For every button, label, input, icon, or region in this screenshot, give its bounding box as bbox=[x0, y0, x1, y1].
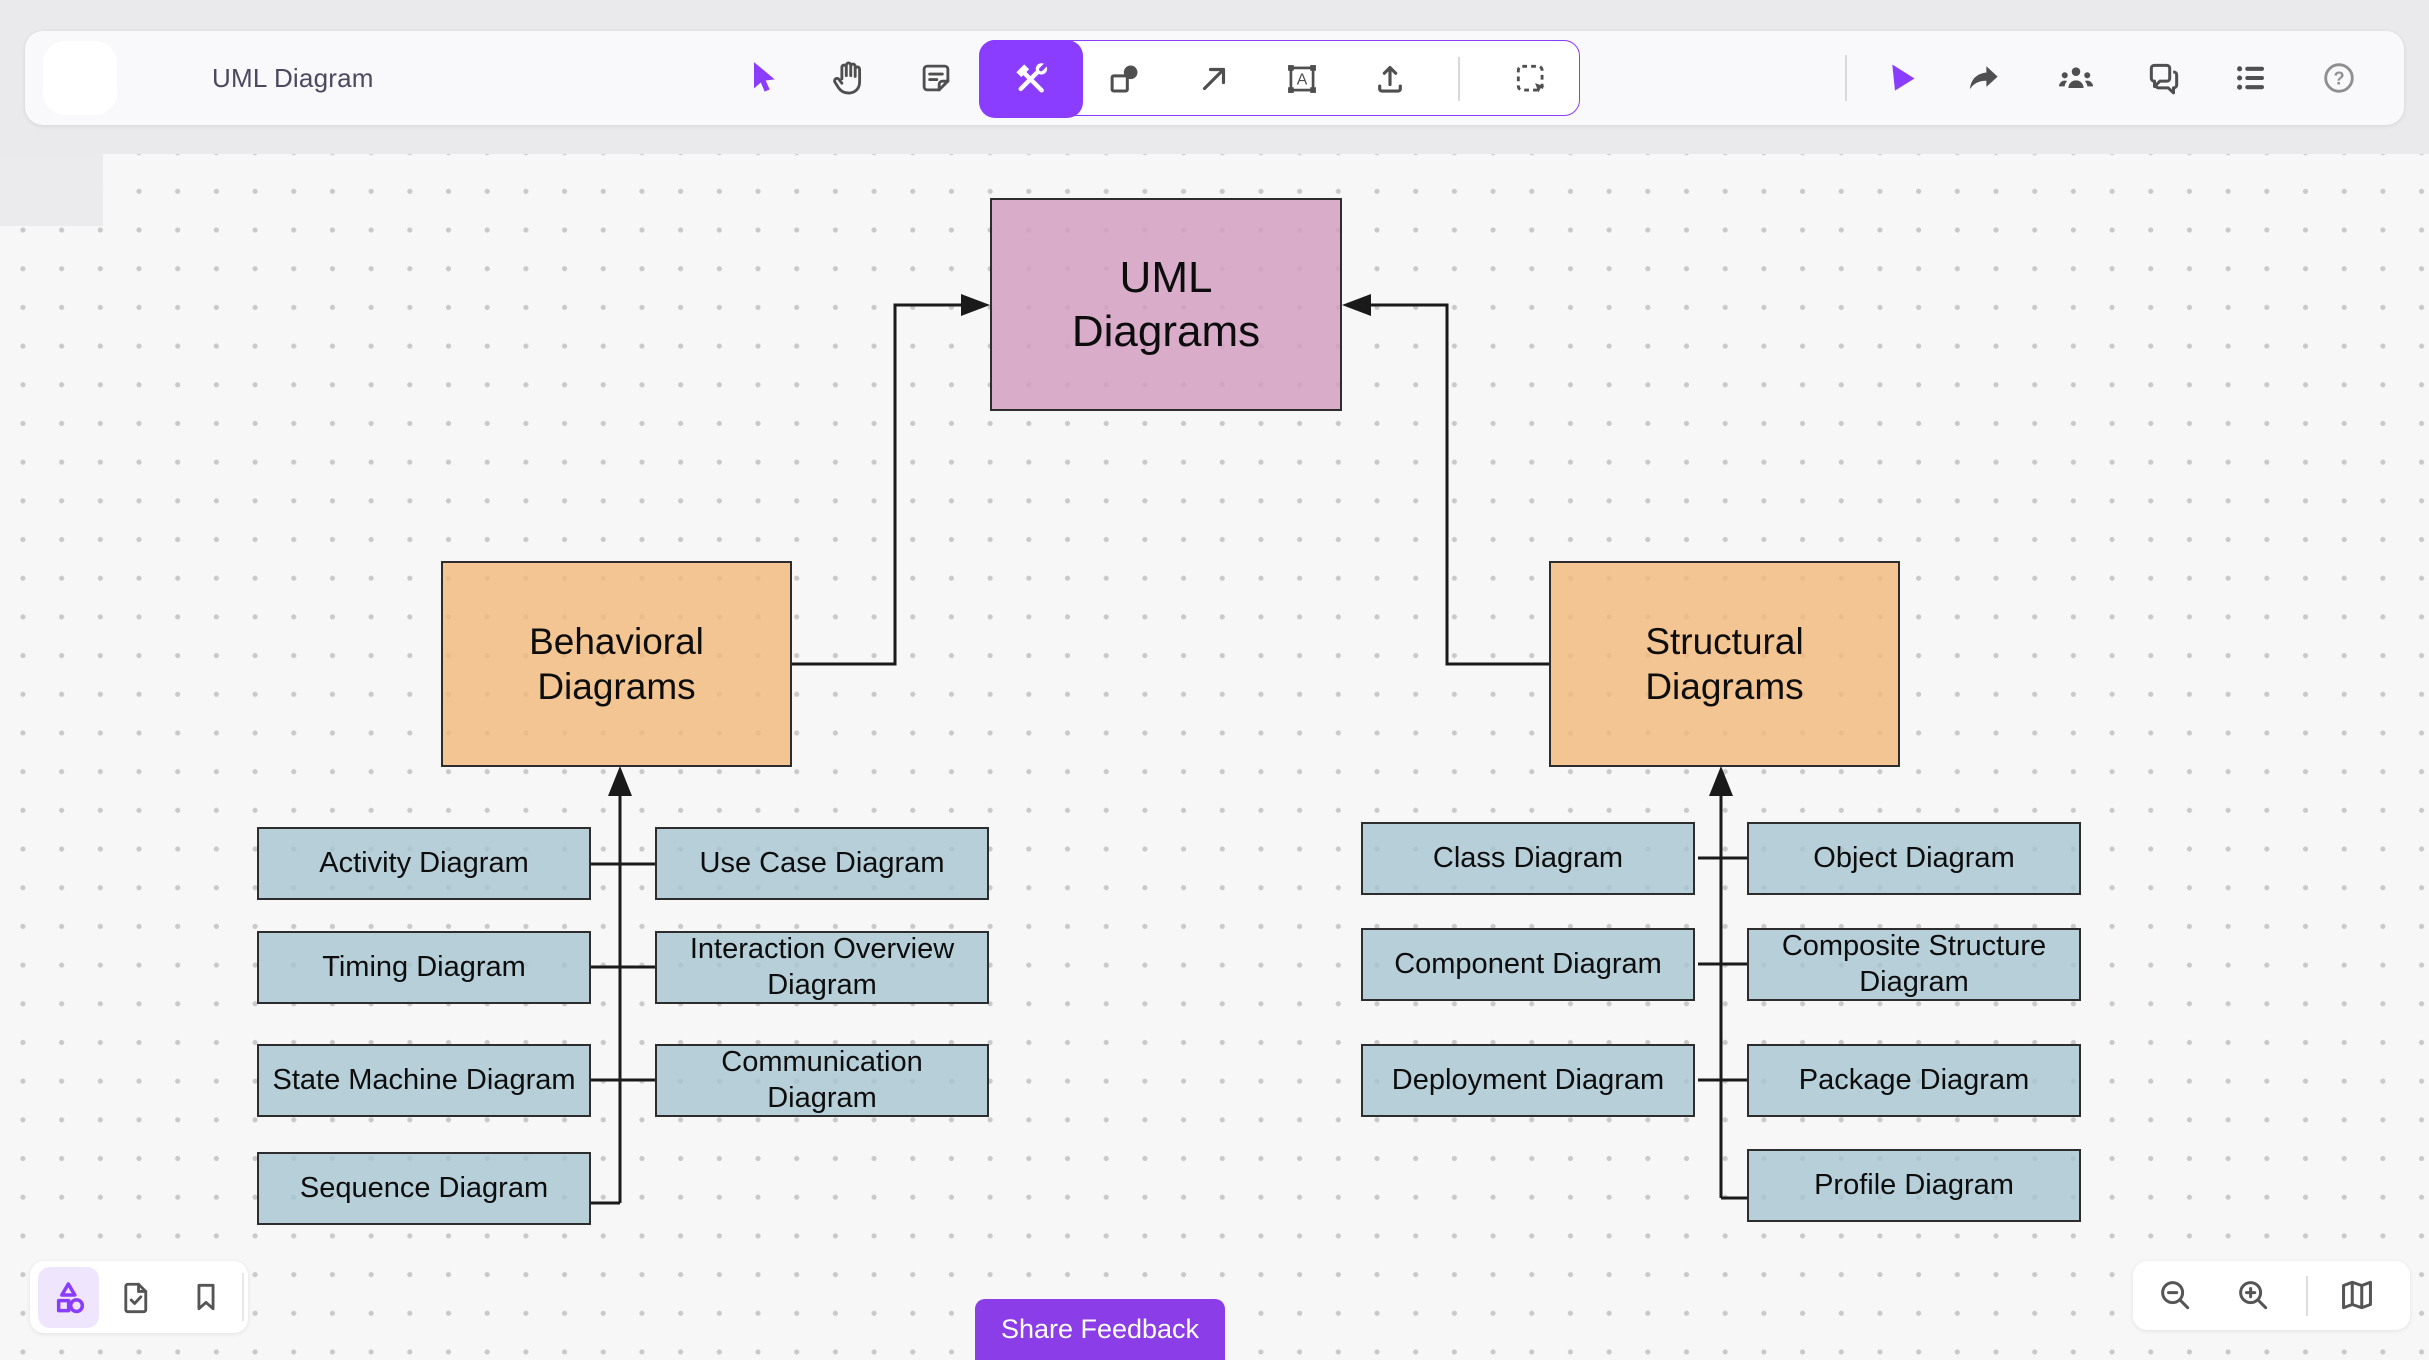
minimap-button[interactable] bbox=[2329, 1267, 2385, 1323]
hand-tool-button[interactable] bbox=[821, 50, 877, 106]
node-use-case-diagram[interactable]: Use Case Diagram bbox=[655, 827, 989, 900]
panel-divider bbox=[242, 1273, 244, 1321]
share-feedback-button[interactable]: Share Feedback bbox=[975, 1299, 1225, 1360]
present-icon bbox=[1882, 59, 1920, 97]
tools-button[interactable] bbox=[979, 40, 1083, 118]
whiteboard-app: UML Diagrams Behavioral Diagrams Structu… bbox=[0, 0, 2429, 1360]
comments-button[interactable] bbox=[2136, 50, 2192, 106]
list-button[interactable] bbox=[2223, 50, 2279, 106]
node-uml-diagrams[interactable]: UML Diagrams bbox=[990, 198, 1342, 411]
hand-icon bbox=[830, 59, 868, 97]
top-toolbar: UML Diagram bbox=[25, 31, 2404, 125]
shapes-icon bbox=[49, 1278, 89, 1318]
node-state-machine-diagram[interactable]: State Machine Diagram bbox=[257, 1044, 591, 1117]
node-component-diagram[interactable]: Component Diagram bbox=[1361, 928, 1695, 1001]
node-class-diagram[interactable]: Class Diagram bbox=[1361, 822, 1695, 895]
share-button[interactable] bbox=[1956, 50, 2012, 106]
tools-icon bbox=[1009, 57, 1053, 101]
shape-tool-button[interactable] bbox=[1096, 51, 1152, 107]
node-composite-structure-diagram[interactable]: Composite Structure Diagram bbox=[1747, 928, 2081, 1001]
select-tool-button[interactable] bbox=[736, 50, 792, 106]
document-title[interactable]: UML Diagram bbox=[212, 31, 374, 125]
bookmark-button[interactable] bbox=[178, 1269, 234, 1325]
panel-divider bbox=[2306, 1276, 2308, 1316]
bottom-right-panel bbox=[2133, 1261, 2410, 1330]
present-button[interactable] bbox=[1873, 50, 1929, 106]
node-package-diagram[interactable]: Package Diagram bbox=[1747, 1044, 2081, 1117]
collaborators-icon bbox=[2057, 59, 2095, 97]
share-icon bbox=[1965, 59, 2003, 97]
home-button[interactable] bbox=[43, 41, 117, 115]
upload-icon bbox=[1371, 60, 1409, 98]
node-sequence-diagram[interactable]: Sequence Diagram bbox=[257, 1152, 591, 1225]
tools-flyout-group: A bbox=[979, 40, 1580, 116]
zoom-out-icon bbox=[2156, 1276, 2194, 1314]
node-deployment-diagram[interactable]: Deployment Diagram bbox=[1361, 1044, 1695, 1117]
collaborators-button[interactable] bbox=[2048, 50, 2104, 106]
templates-button[interactable] bbox=[108, 1269, 164, 1325]
shapes-panel-button[interactable] bbox=[38, 1267, 99, 1328]
header-divider bbox=[1845, 55, 1847, 101]
bottom-left-panel bbox=[30, 1261, 248, 1333]
doc-check-icon bbox=[118, 1279, 154, 1315]
node-activity-diagram[interactable]: Activity Diagram bbox=[257, 827, 591, 900]
node-object-diagram[interactable]: Object Diagram bbox=[1747, 822, 2081, 895]
arrow-icon bbox=[1195, 60, 1233, 98]
zoom-in-button[interactable] bbox=[2225, 1267, 2281, 1323]
node-structural-diagrams[interactable]: Structural Diagrams bbox=[1549, 561, 1900, 767]
zoom-out-button[interactable] bbox=[2147, 1267, 2203, 1323]
sticky-note-tool-button[interactable] bbox=[908, 50, 964, 106]
help-button[interactable]: ? bbox=[2311, 50, 2367, 106]
svg-text:?: ? bbox=[2333, 68, 2344, 88]
svg-text:A: A bbox=[1297, 72, 1308, 89]
text-frame-icon: A bbox=[1283, 60, 1321, 98]
select-cursor-icon bbox=[744, 58, 784, 98]
text-tool-button[interactable]: A bbox=[1274, 51, 1330, 107]
node-profile-diagram[interactable]: Profile Diagram bbox=[1747, 1149, 2081, 1222]
node-communication-diagram[interactable]: Communication Diagram bbox=[655, 1044, 989, 1117]
tool-group-divider bbox=[1458, 57, 1460, 101]
zoom-in-icon bbox=[2234, 1276, 2272, 1314]
bookmark-icon bbox=[188, 1279, 224, 1315]
list-icon bbox=[2232, 59, 2270, 97]
node-behavioral-diagrams[interactable]: Behavioral Diagrams bbox=[441, 561, 792, 767]
marquee-select-icon bbox=[1512, 60, 1550, 98]
upload-tool-button[interactable] bbox=[1362, 51, 1418, 107]
canvas-corner-notch bbox=[0, 154, 103, 226]
arrow-tool-button[interactable] bbox=[1186, 51, 1242, 107]
comments-icon bbox=[2145, 59, 2183, 97]
help-icon: ? bbox=[2320, 59, 2358, 97]
node-timing-diagram[interactable]: Timing Diagram bbox=[257, 931, 591, 1004]
shape-icon bbox=[1105, 60, 1143, 98]
map-icon bbox=[2338, 1276, 2376, 1314]
node-interaction-overview-diagram[interactable]: Interaction Overview Diagram bbox=[655, 931, 989, 1004]
sticky-note-icon bbox=[917, 59, 955, 97]
marquee-select-button[interactable] bbox=[1503, 51, 1559, 107]
